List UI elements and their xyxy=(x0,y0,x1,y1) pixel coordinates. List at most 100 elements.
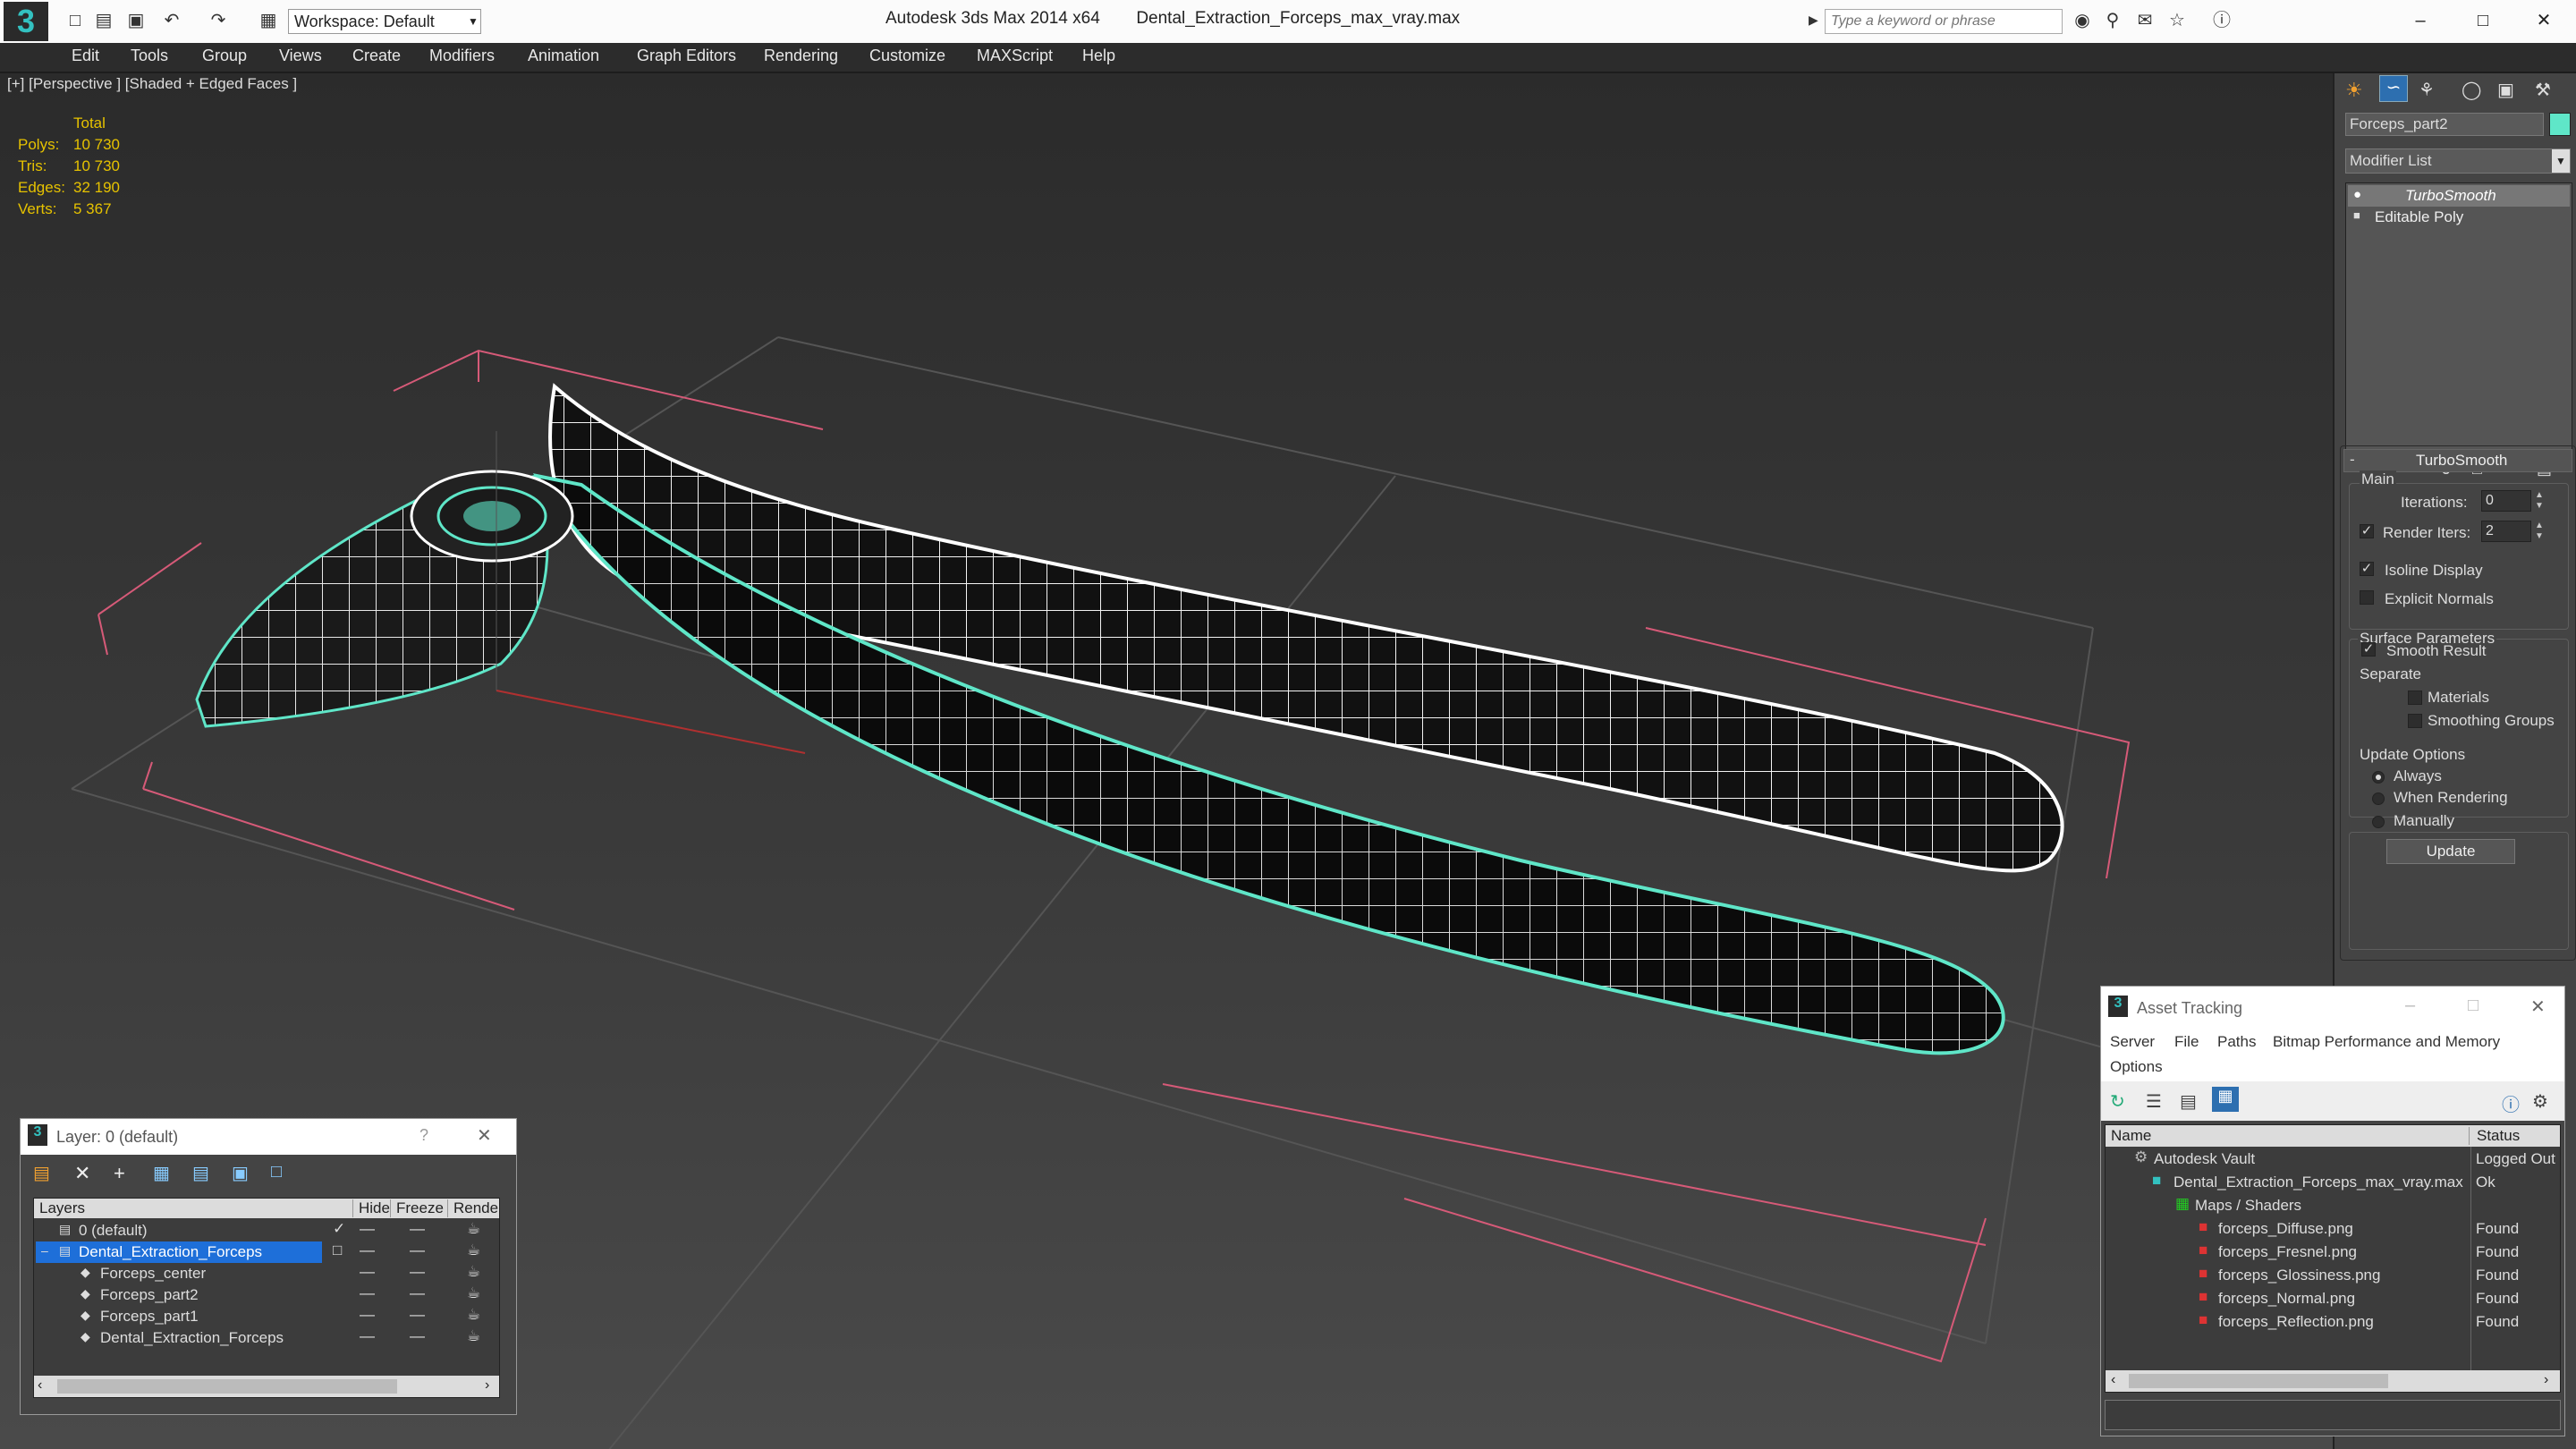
asset-tracking-titlebar[interactable]: 3 Asset Tracking – □ ✕ xyxy=(2101,987,2564,1030)
list-view-icon[interactable]: ☰ xyxy=(2146,1090,2162,1113)
layer-dialog-titlebar[interactable]: 3 Layer: 0 (default) ? ✕ xyxy=(21,1119,516,1155)
spinner-arrows-icon[interactable]: ▲ ▼ xyxy=(2535,521,2544,542)
hide-toggle[interactable]: — xyxy=(360,1263,375,1281)
scroll-right-icon[interactable]: › xyxy=(485,1377,489,1394)
object-color-swatch[interactable] xyxy=(2549,113,2571,136)
asset-row[interactable]: ■ forceps_Glossiness.png Found xyxy=(2106,1265,2560,1287)
iterations-spinner[interactable]: 0 xyxy=(2481,490,2531,512)
menu-customize[interactable]: Customize xyxy=(869,47,945,65)
render-iters-spinner[interactable]: 2 xyxy=(2481,521,2531,542)
select-objects-icon[interactable]: ▦ xyxy=(153,1162,170,1184)
menu-edit[interactable]: Edit xyxy=(72,47,99,65)
freeze-toggle[interactable]: — xyxy=(410,1327,425,1345)
hide-freeze-icon[interactable]: □ xyxy=(271,1162,282,1182)
communication-icon[interactable]: ✉ xyxy=(2134,11,2156,30)
freeze-toggle[interactable]: — xyxy=(410,1241,425,1259)
current-layer-box-icon[interactable]: □ xyxy=(333,1241,342,1259)
app-logo-icon[interactable]: 3 xyxy=(4,2,48,41)
menu-server[interactable]: Server xyxy=(2110,1033,2155,1051)
close-icon[interactable]: ✕ xyxy=(2533,11,2555,30)
isoline-display-checkbox[interactable]: ✓ xyxy=(2360,562,2374,576)
layer-row[interactable]: ▤ 0 (default) ✓ — — ☕ xyxy=(34,1220,499,1242)
menu-group[interactable]: Group xyxy=(202,47,247,65)
select-layer-icon[interactable]: ▤ xyxy=(192,1162,209,1184)
column-render[interactable]: Render xyxy=(447,1199,499,1217)
object-row[interactable]: ◆ Forceps_center — — ☕ xyxy=(34,1263,499,1285)
detail-view-icon[interactable]: ▤ xyxy=(2180,1090,2197,1113)
save-file-icon[interactable]: ▣ xyxy=(125,11,147,30)
menu-animation[interactable]: Animation xyxy=(528,47,599,65)
help-icon[interactable]: ⓘ xyxy=(2211,11,2233,30)
menu-tools[interactable]: Tools xyxy=(131,47,168,65)
menu-rendering[interactable]: Rendering xyxy=(764,47,838,65)
spinner-arrows-icon[interactable]: ▲ ▼ xyxy=(2535,490,2544,512)
table-view-icon[interactable]: ▦ xyxy=(2212,1087,2239,1112)
search-input[interactable] xyxy=(1825,9,2063,34)
column-status[interactable]: Status xyxy=(2469,1127,2520,1145)
menu-bitmap-performance[interactable]: Bitmap Performance and Memory xyxy=(2273,1033,2500,1051)
freeze-toggle[interactable]: — xyxy=(410,1220,425,1238)
hide-toggle[interactable]: — xyxy=(360,1327,375,1345)
modifier-list-dropdown[interactable]: Modifier List ▼ xyxy=(2345,148,2571,174)
favorites-star-icon[interactable]: ☆ xyxy=(2166,11,2188,30)
modifier-stack[interactable]: ● TurboSmooth ■ Editable Poly xyxy=(2345,182,2572,453)
hide-toggle[interactable]: — xyxy=(360,1220,375,1238)
modify-tab-icon[interactable]: ∽ xyxy=(2379,75,2408,102)
object-row[interactable]: ◆ Forceps_part1 — — ☕ xyxy=(34,1306,499,1328)
horizontal-scrollbar[interactable]: ‹ › xyxy=(34,1376,499,1397)
stack-item-turbosmooth[interactable]: ● TurboSmooth xyxy=(2348,185,2570,207)
asset-path-field[interactable] xyxy=(2105,1400,2561,1430)
lightbulb-icon[interactable]: ● xyxy=(2353,187,2361,202)
freeze-toggle[interactable]: — xyxy=(410,1306,425,1324)
hide-toggle[interactable]: — xyxy=(360,1306,375,1324)
render-teapot-icon[interactable]: ☕ xyxy=(467,1306,480,1324)
explicit-normals-checkbox[interactable] xyxy=(2360,590,2374,605)
search-arrow-icon[interactable]: ▶ xyxy=(1809,13,1818,28)
render-teapot-icon[interactable]: ☕ xyxy=(467,1241,480,1259)
smoothing-groups-checkbox[interactable] xyxy=(2408,714,2422,728)
menu-help[interactable]: Help xyxy=(1082,47,1115,65)
horizontal-scrollbar[interactable]: ‹ › xyxy=(2106,1370,2560,1392)
new-file-icon[interactable]: □ xyxy=(64,11,86,30)
materials-checkbox[interactable] xyxy=(2408,691,2422,705)
set-current-layer-icon[interactable]: ▣ xyxy=(232,1162,249,1184)
scroll-right-icon[interactable]: › xyxy=(2544,1372,2548,1388)
help-icon[interactable]: ⓘ xyxy=(2502,1090,2520,1116)
viewport-label[interactable]: [+] [Perspective ] [Shaded + Edged Faces… xyxy=(7,75,297,93)
object-row[interactable]: ◆ Forceps_part2 — — ☕ xyxy=(34,1284,499,1307)
asset-row[interactable]: ▦ Maps / Shaders xyxy=(2106,1195,2560,1217)
layer-row-selected[interactable]: – ▤ Dental_Extraction_Forceps □ — — ☕ xyxy=(34,1241,499,1264)
scroll-left-icon[interactable]: ‹ xyxy=(38,1377,42,1394)
always-radio[interactable] xyxy=(2372,771,2385,784)
scroll-thumb[interactable] xyxy=(57,1379,397,1394)
redo-icon[interactable]: ↷ xyxy=(208,11,229,30)
stack-item-editable-poly[interactable]: ■ Editable Poly xyxy=(2348,207,2570,228)
motion-tab-icon[interactable]: ◯ xyxy=(2462,79,2481,101)
add-to-layer-icon[interactable]: + xyxy=(114,1162,125,1185)
column-hide[interactable]: Hide xyxy=(352,1199,390,1217)
hierarchy-tab-icon[interactable]: ⚘ xyxy=(2419,79,2435,101)
menu-paths[interactable]: Paths xyxy=(2217,1033,2256,1051)
utilities-tab-icon[interactable]: ⚒ xyxy=(2535,79,2551,101)
expand-icon[interactable]: ■ xyxy=(2353,208,2360,222)
object-row[interactable]: ◆ Dental_Extraction_Forceps — — ☕ xyxy=(34,1327,499,1350)
refresh-icon[interactable]: ↻ xyxy=(2110,1090,2125,1113)
scroll-thumb[interactable] xyxy=(2129,1374,2388,1388)
render-iters-checkbox[interactable]: ✓ xyxy=(2360,524,2374,538)
minimize-icon[interactable]: – xyxy=(2410,11,2431,30)
column-name[interactable]: Name xyxy=(2111,1127,2151,1145)
menu-options[interactable]: Options xyxy=(2110,1058,2163,1076)
menu-maxscript[interactable]: MAXScript xyxy=(977,47,1053,65)
render-teapot-icon[interactable]: ☕ xyxy=(467,1263,480,1281)
create-layer-icon[interactable]: ▤ xyxy=(33,1162,50,1184)
freeze-toggle[interactable]: — xyxy=(410,1284,425,1302)
delete-layer-icon[interactable]: ✕ xyxy=(74,1162,90,1185)
binoculars-icon[interactable]: ◉ xyxy=(2072,11,2093,30)
help-icon[interactable]: ? xyxy=(419,1126,428,1145)
when-rendering-radio[interactable] xyxy=(2372,792,2385,805)
maximize-icon[interactable]: □ xyxy=(2472,11,2494,30)
workspace-dropdown[interactable]: Workspace: Default ▼ xyxy=(288,9,481,34)
freeze-toggle[interactable]: — xyxy=(410,1263,425,1281)
hide-toggle[interactable]: — xyxy=(360,1241,375,1259)
menu-create[interactable]: Create xyxy=(352,47,401,65)
